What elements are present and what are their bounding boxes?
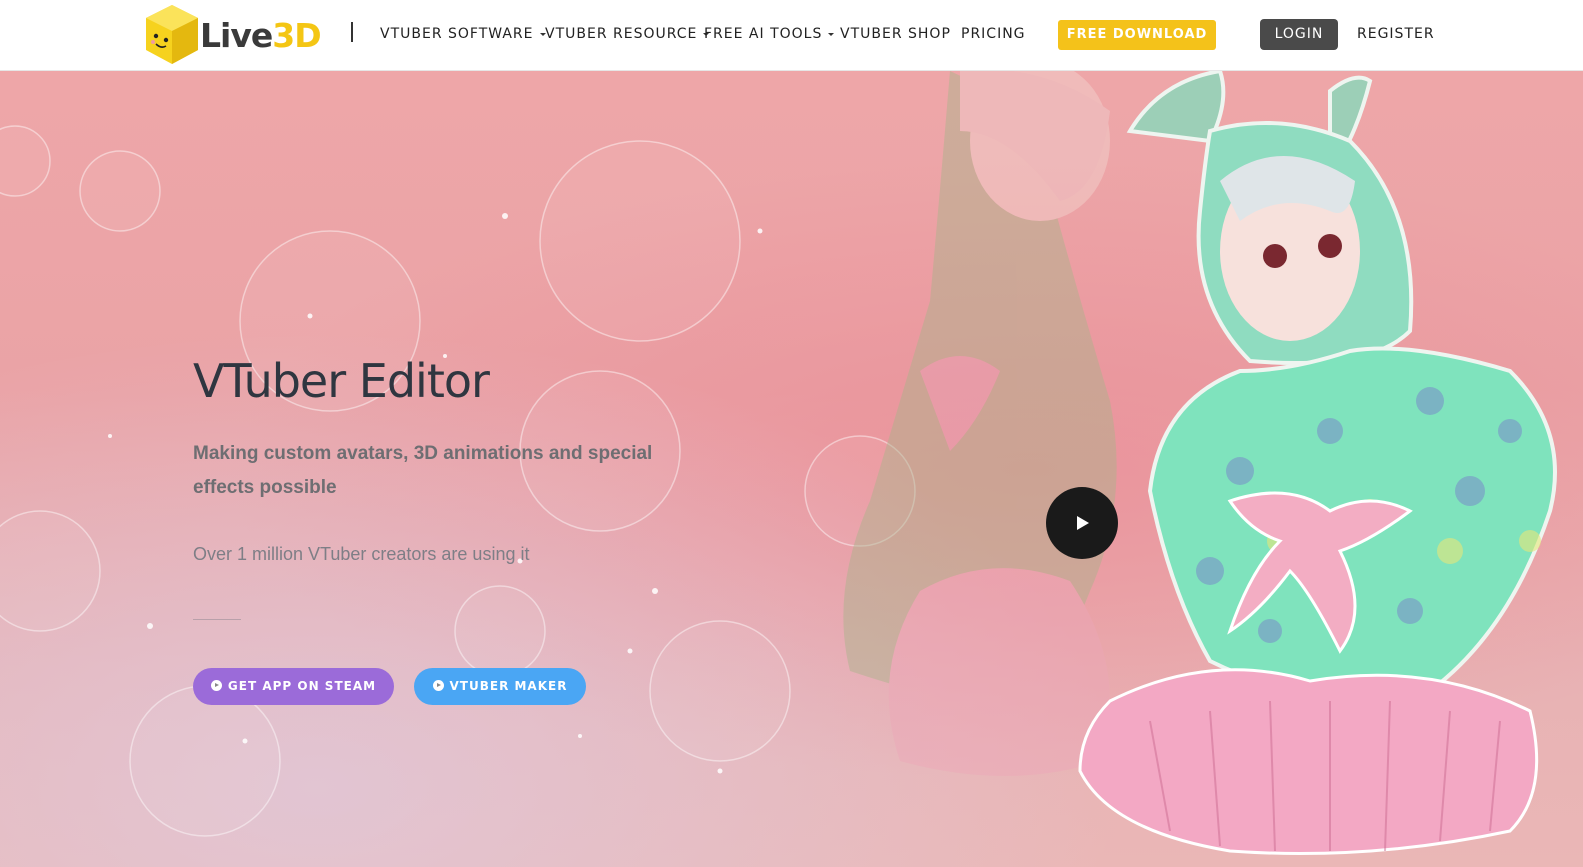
logo-cube-icon <box>146 5 198 64</box>
nav-vtuber-resource[interactable]: VTUBER RESOURCE <box>545 26 710 42</box>
register-link[interactable]: REGISTER <box>1357 26 1435 42</box>
live3d-logo[interactable]: Live3D <box>142 3 322 67</box>
free-download-button[interactable]: FREE DOWNLOAD <box>1058 20 1216 50</box>
hero-title: VTuber Editor <box>193 354 490 408</box>
hero-divider <box>193 619 241 620</box>
vtuber-characters-illustration <box>843 71 1557 855</box>
hero-subtitle: Making custom avatars, 3D animations and… <box>193 443 653 498</box>
logo-wordmark: Live3D <box>200 16 322 55</box>
caret-down-icon <box>828 32 835 36</box>
get-app-on-steam-button[interactable]: GET APP ON STEAM <box>193 668 394 705</box>
hero-user-count: Over 1 million VTuber creators are using… <box>193 544 530 564</box>
arrow-circle-icon <box>432 680 444 691</box>
play-video-button[interactable] <box>1046 487 1118 559</box>
nav-free-ai-tools[interactable]: FREE AI TOOLS <box>704 26 835 42</box>
play-icon <box>1077 516 1089 530</box>
nav-separator <box>351 22 353 42</box>
nav-vtuber-shop[interactable]: VTUBER SHOP <box>840 26 951 42</box>
nav-pricing[interactable]: PRICING <box>961 26 1026 42</box>
nav-vtuber-software[interactable]: VTUBER SOFTWARE <box>380 26 546 42</box>
vtuber-maker-button[interactable]: VTUBER MAKER <box>414 668 586 705</box>
login-button[interactable]: LOGIN <box>1260 19 1338 50</box>
hero-section: VTuber Editor Making custom avatars, 3D … <box>0 71 1583 867</box>
arrow-circle-icon <box>210 680 222 691</box>
top-navbar: Live3D VTUBER SOFTWARE VTUBER RESOURCE F… <box>0 0 1583 71</box>
